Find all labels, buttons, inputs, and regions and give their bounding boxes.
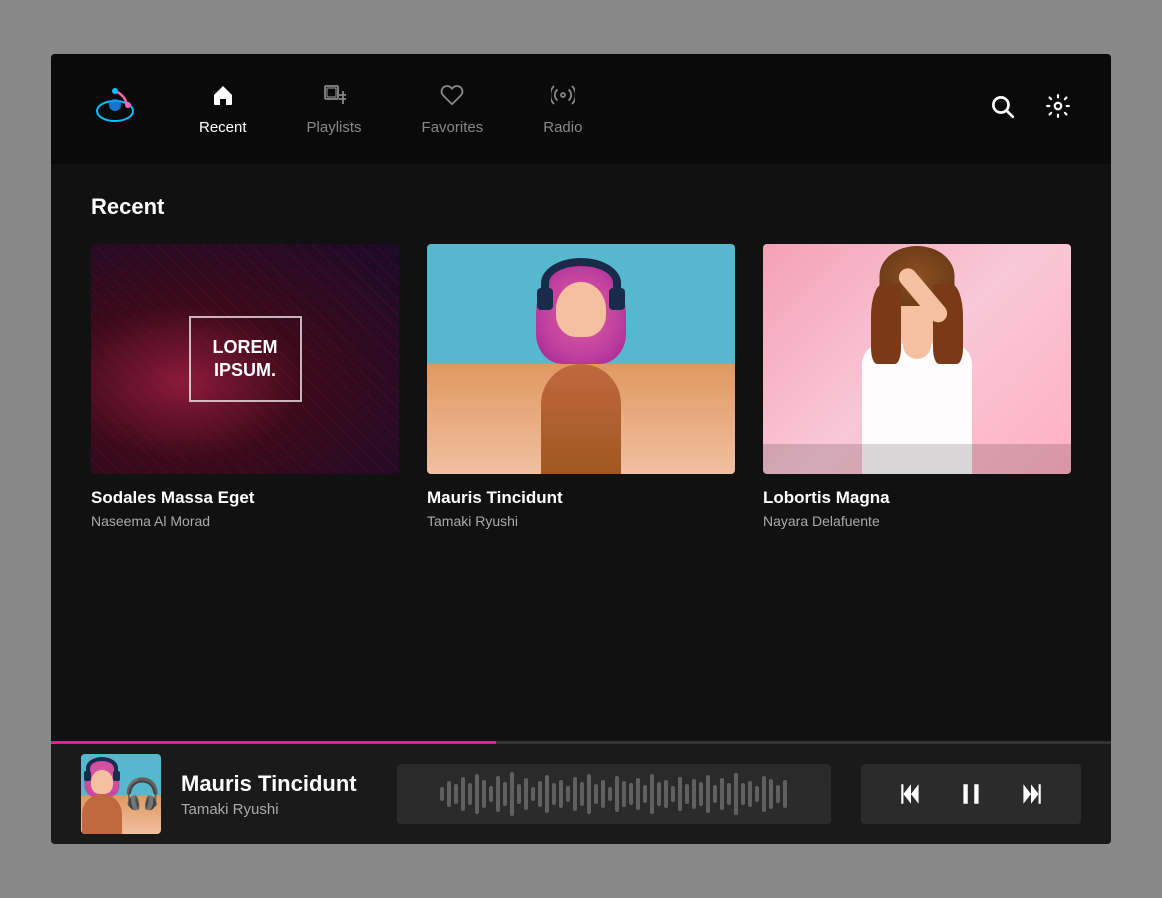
waveform-bar bbox=[692, 779, 696, 809]
waveform-bar bbox=[650, 774, 654, 813]
waveform-bar bbox=[769, 779, 773, 810]
waveform-bar bbox=[517, 784, 521, 803]
now-playing-artist: Tamaki Ryushi bbox=[181, 801, 357, 818]
waveform-bar bbox=[461, 777, 465, 811]
cards-row: LOREMIPSUM. Sodales Massa Eget Naseema A… bbox=[91, 244, 1071, 529]
app-container: Recent Playlists bbox=[51, 54, 1111, 844]
card-sodales[interactable]: LOREMIPSUM. Sodales Massa Eget Naseema A… bbox=[91, 244, 399, 529]
nav-recent-label: Recent bbox=[199, 119, 247, 136]
nav-item-radio[interactable]: Radio bbox=[543, 83, 582, 136]
nav-item-playlists[interactable]: Playlists bbox=[307, 83, 362, 136]
now-playing-info: Mauris Tincidunt Tamaki Ryushi bbox=[181, 771, 357, 818]
card-mauris[interactable]: Mauris Tincidunt Tamaki Ryushi bbox=[427, 244, 735, 529]
nav-right bbox=[989, 93, 1071, 126]
waveform-bar bbox=[503, 782, 507, 806]
waveform-bar bbox=[685, 784, 689, 804]
card-title-sodales: Sodales Massa Eget bbox=[91, 488, 399, 508]
waveform-bar bbox=[580, 782, 584, 806]
nav-items: Recent Playlists bbox=[199, 83, 989, 136]
search-button[interactable] bbox=[989, 93, 1015, 126]
next-button[interactable] bbox=[1011, 774, 1051, 814]
card-title-mauris: Mauris Tincidunt bbox=[427, 488, 735, 508]
waveform-bar bbox=[559, 780, 563, 809]
waveform-bar bbox=[594, 784, 598, 803]
waveform-bar bbox=[573, 777, 577, 811]
card-thumb-mauris bbox=[427, 244, 735, 474]
player-controls bbox=[861, 764, 1081, 824]
waveform-bar bbox=[615, 776, 619, 812]
card-lobortis[interactable]: Lobortis Magna Nayara Delafuente bbox=[763, 244, 1071, 529]
card-thumb-sodales: LOREMIPSUM. bbox=[91, 244, 399, 474]
waveform-bar bbox=[482, 780, 486, 809]
logo-icon bbox=[91, 81, 139, 138]
heart-icon bbox=[440, 83, 464, 113]
waveform-bar bbox=[783, 780, 787, 808]
app-logo bbox=[91, 81, 139, 138]
prev-button[interactable] bbox=[891, 774, 931, 814]
playlist-icon bbox=[322, 83, 346, 113]
waveform-bar bbox=[496, 776, 500, 812]
radio-icon bbox=[551, 83, 575, 113]
waveform-display bbox=[397, 764, 831, 824]
now-playing-thumb-image bbox=[81, 754, 161, 834]
waveform-bar bbox=[678, 777, 682, 812]
card-artist-sodales: Naseema Al Morad bbox=[91, 513, 399, 529]
waveform-bar bbox=[748, 781, 752, 807]
nav-item-favorites[interactable]: Favorites bbox=[422, 83, 484, 136]
waveform-bar bbox=[762, 776, 766, 812]
waveform-bar bbox=[601, 780, 605, 809]
waveform-bar bbox=[741, 783, 745, 804]
nav-favorites-label: Favorites bbox=[422, 119, 484, 136]
waveform-bar bbox=[566, 786, 570, 803]
waveform-bar bbox=[776, 785, 780, 804]
waveform-bar bbox=[671, 786, 675, 801]
home-icon bbox=[211, 83, 235, 113]
waveform-bar bbox=[657, 782, 661, 805]
nav-bar: Recent Playlists bbox=[51, 54, 1111, 164]
waveform-bar bbox=[447, 781, 451, 807]
main-content: Recent LOREMIPSUM. Sodales Massa Eget Na… bbox=[51, 164, 1111, 741]
waveform-bar bbox=[454, 784, 458, 803]
lorem-box: LOREMIPSUM. bbox=[189, 316, 302, 403]
card-thumb-lobortis bbox=[763, 244, 1071, 474]
nav-radio-label: Radio bbox=[543, 119, 582, 136]
card-artist-mauris: Tamaki Ryushi bbox=[427, 513, 735, 529]
waveform-bar bbox=[538, 781, 542, 807]
waveform-bar bbox=[587, 774, 591, 815]
waveform-bar bbox=[734, 773, 738, 815]
nav-playlists-label: Playlists bbox=[307, 119, 362, 136]
waveform-bar bbox=[468, 783, 472, 805]
waveform-bar bbox=[531, 787, 535, 801]
waveform-bar bbox=[489, 786, 493, 803]
waveform-bar bbox=[720, 778, 724, 810]
waveform-bar bbox=[608, 787, 612, 801]
card-artist-lobortis: Nayara Delafuente bbox=[763, 513, 1071, 529]
waveform-bar bbox=[664, 780, 668, 808]
waveform-bar bbox=[643, 785, 647, 803]
waveform-bars bbox=[434, 764, 793, 824]
now-playing-bar: Mauris Tincidunt Tamaki Ryushi bbox=[51, 744, 1111, 844]
waveform-bar bbox=[475, 774, 479, 815]
waveform-bar bbox=[699, 782, 703, 807]
card-title-lobortis: Lobortis Magna bbox=[763, 488, 1071, 508]
waveform-bar bbox=[636, 778, 640, 809]
waveform-bar bbox=[545, 775, 549, 813]
waveform-bar bbox=[510, 772, 514, 815]
waveform-bar bbox=[629, 783, 633, 805]
waveform-bar bbox=[552, 783, 556, 805]
waveform-bar bbox=[713, 785, 717, 802]
nav-item-recent[interactable]: Recent bbox=[199, 83, 247, 136]
settings-button[interactable] bbox=[1045, 93, 1071, 126]
waveform-bar bbox=[440, 787, 444, 801]
waveform-bar bbox=[524, 778, 528, 809]
pause-button[interactable] bbox=[951, 774, 991, 814]
section-title: Recent bbox=[91, 194, 1071, 220]
waveform-bar bbox=[706, 775, 710, 812]
waveform-bar bbox=[755, 786, 759, 802]
now-playing-title: Mauris Tincidunt bbox=[181, 771, 357, 797]
waveform-bar bbox=[727, 783, 731, 805]
waveform-bar bbox=[622, 781, 626, 807]
lorem-text: LOREMIPSUM. bbox=[213, 336, 278, 383]
now-playing-thumbnail bbox=[81, 754, 161, 834]
